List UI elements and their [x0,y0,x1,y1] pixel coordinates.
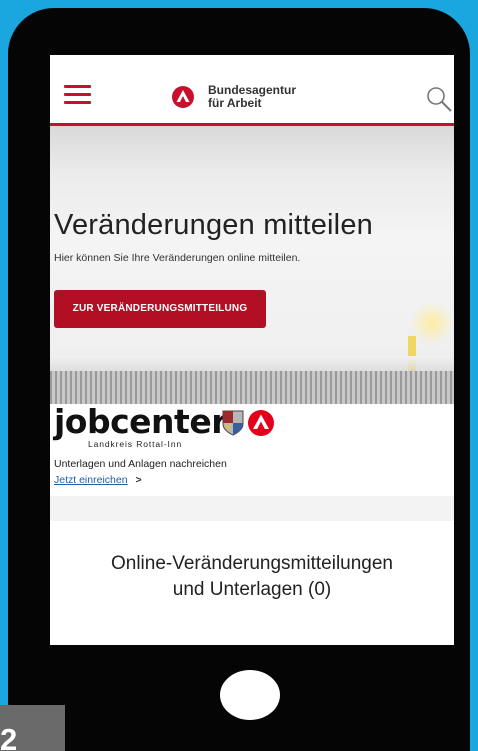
hero-banner: Veränderungen mitteilen Hier können Sie … [50,126,454,404]
brand-line-2: für Arbeit [208,96,262,110]
menu-icon[interactable] [64,85,91,105]
jobcenter-description: Unterlagen und Anlagen nachreichen [54,458,227,470]
online-section: Online-Veränderungsmitteilungen und Unte… [50,496,454,645]
chevron-right-icon: > [135,474,142,486]
ba-logo[interactable]: Bundesagentur für Arbeit [172,83,312,109]
hero-description: Hier können Sie Ihre Veränderungen onlin… [54,252,301,264]
page-number-badge: 2 [0,705,65,751]
ba-red-logo-icon [248,410,274,436]
ba-logo-icon [172,86,194,108]
phone-frame: Bundesagentur für Arbeit Veränderungen m… [8,8,470,751]
jobcenter-teaser: jobcenter Landkreis Rottal-Inn Unterlage… [50,404,454,496]
search-icon[interactable] [425,85,453,113]
site-header: Bundesagentur für Arbeit [50,55,454,126]
jetzt-einreichen-label[interactable]: Jetzt einreichen [54,474,128,486]
hero-title: Veränderungen mitteilen [54,209,373,241]
online-section-title: Online-Veränderungsmitteilungen und Unte… [50,551,454,603]
hero-texture [50,371,454,404]
online-title-line-2: und Unterlagen (0) [172,579,332,600]
home-button[interactable] [220,670,280,720]
jetzt-einreichen-link[interactable]: Jetzt einreichen > [54,474,142,486]
veraenderungsmitteilung-button[interactable]: ZUR VERÄNDERUNGSMITTEILUNG [54,290,266,328]
brand-line-1: Bundesagentur [208,83,297,97]
jobcenter-region: Landkreis Rottal-Inn [88,439,183,449]
jobcenter-logo-text: jobcenter [54,402,227,441]
online-section-card: Online-Veränderungsmitteilungen und Unte… [50,521,454,645]
online-title-line-1: Online-Veränderungsmitteilungen [110,553,393,574]
phone-screen: Bundesagentur für Arbeit Veränderungen m… [50,55,454,645]
coat-of-arms-icon [222,410,244,436]
